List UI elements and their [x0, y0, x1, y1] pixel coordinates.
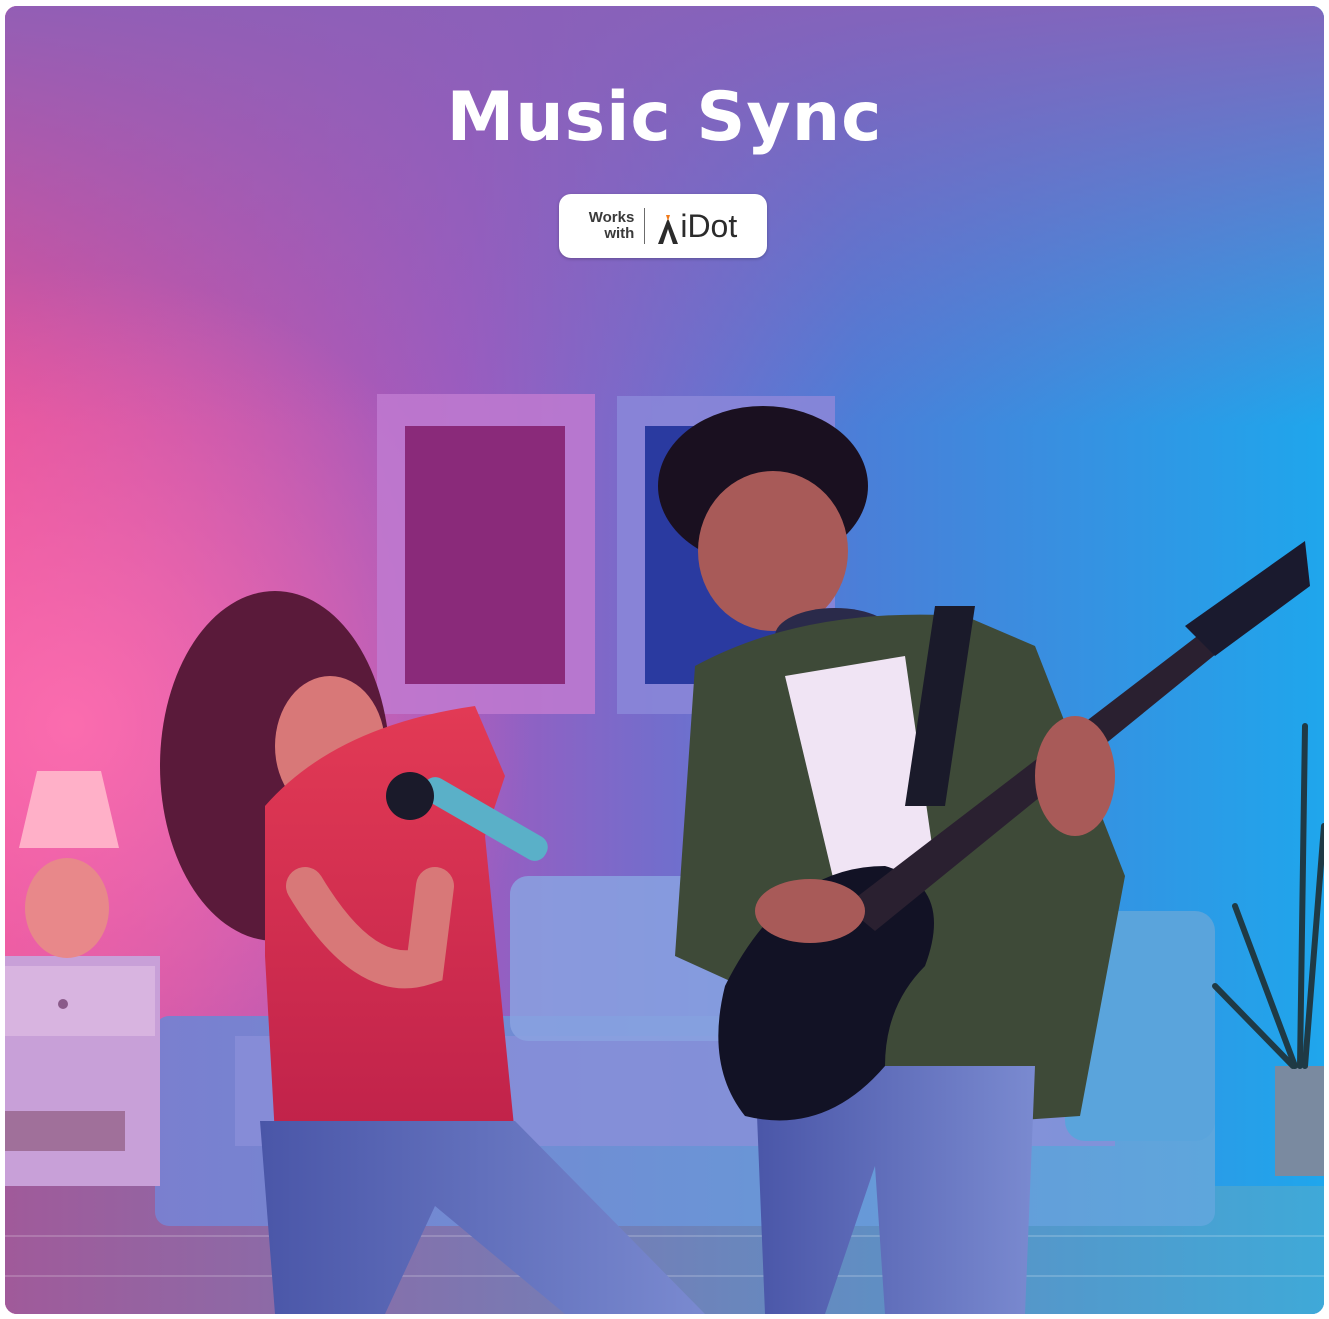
works-line-2: with — [604, 225, 635, 242]
works-with-label: Works with — [589, 210, 645, 242]
works-line-1: Works — [588, 209, 635, 226]
aidot-a-glyph-icon — [658, 214, 679, 244]
hero-image: Music Sync Works with iDot — [5, 6, 1324, 1314]
works-with-aidot-badge: Works with iDot — [559, 194, 767, 258]
page-title: Music Sync — [446, 78, 883, 157]
aidot-brand-text: iDot — [680, 207, 738, 244]
aidot-logo: iDot — [645, 208, 737, 245]
